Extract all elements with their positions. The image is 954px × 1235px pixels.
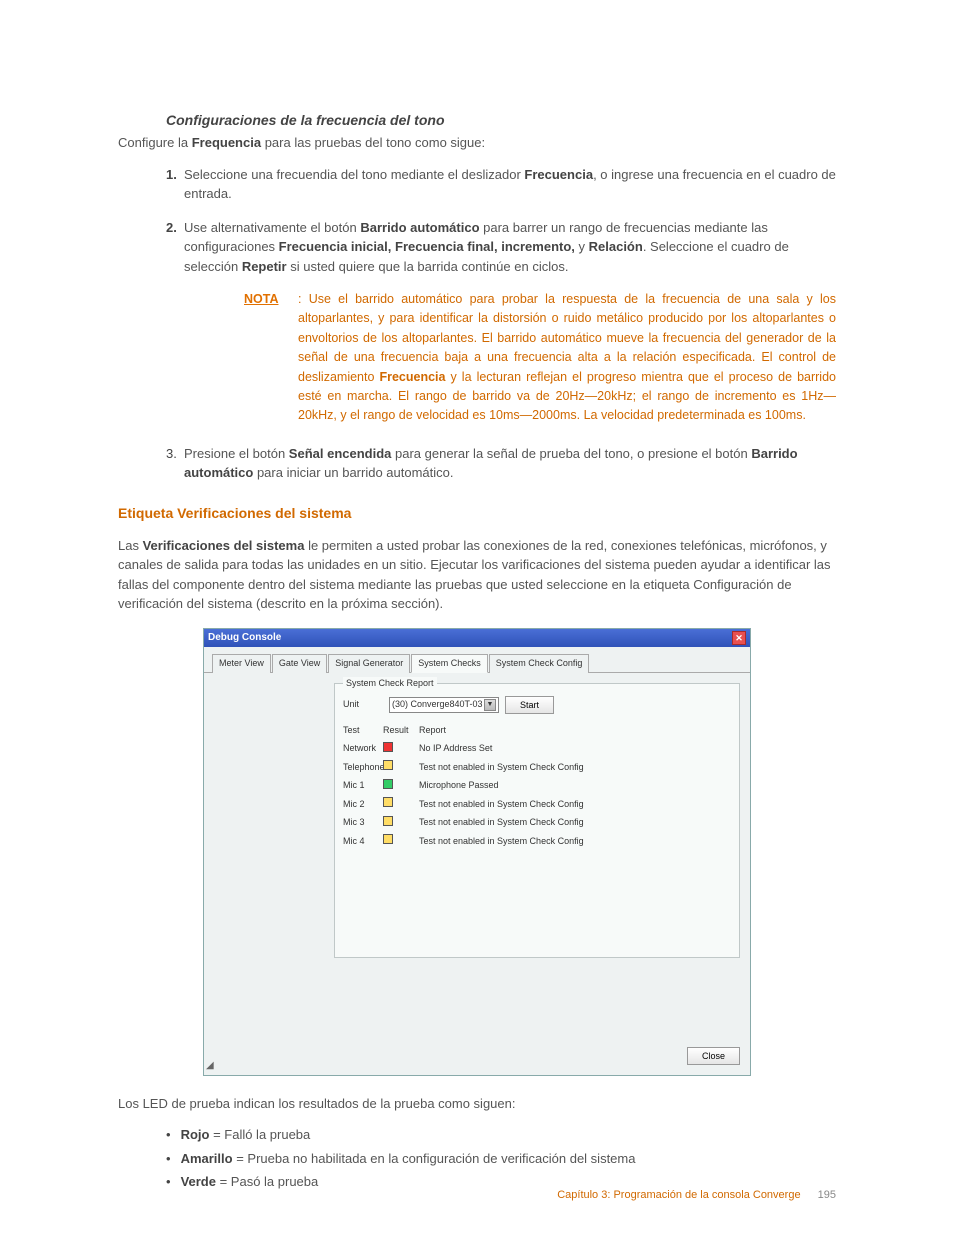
table-row: Mic 4 Test not enabled in System Check Co… [335, 832, 739, 851]
text: para iniciar un barrido automático. [253, 465, 453, 480]
system-checks-paragraph: Las Verificaciones del sistema le permit… [118, 536, 836, 614]
text: = Prueba no habilitada en la configuraci… [233, 1151, 636, 1166]
window-title: Debug Console [208, 630, 281, 645]
unit-select[interactable]: (30) Converge840T-03 ▼ [389, 697, 499, 713]
text: = Falló la prueba [209, 1127, 310, 1142]
col-test: Test [343, 724, 383, 738]
text: si usted quiere que la barrida continúe … [287, 259, 569, 274]
bold: Amarillo [181, 1151, 233, 1166]
cell-result [383, 816, 419, 831]
tab-system-checks[interactable]: System Checks [411, 654, 488, 674]
cell-report: Test not enabled in System Check Config [419, 761, 584, 775]
cell-test: Mic 1 [343, 779, 383, 793]
cell-report: No IP Address Set [419, 742, 492, 756]
led-legend-list: Rojo = Falló la prueba Amarillo = Prueba… [166, 1125, 836, 1192]
led-yellow-icon [383, 834, 393, 844]
cell-test: Mic 3 [343, 816, 383, 830]
cell-test: Network [343, 742, 383, 756]
cell-test: Telephone [343, 761, 383, 775]
bold: Señal encendida [289, 446, 392, 461]
cell-test: Mic 2 [343, 798, 383, 812]
led-yellow-icon [383, 816, 393, 826]
heading-system-checks-tab: Etiqueta Verificaciones del sistema [118, 503, 836, 524]
unit-select-value: (30) Converge840T-03 [392, 698, 483, 712]
cell-report: Test not enabled in System Check Config [419, 798, 584, 812]
text: Configure la [118, 135, 192, 150]
tab-meter-view[interactable]: Meter View [212, 654, 271, 674]
bold: Frecuencia [379, 370, 445, 384]
page-footer: Capítulo 3: Programación de la consola C… [557, 1187, 836, 1204]
led-red-item: Rojo = Falló la prueba [166, 1125, 836, 1145]
tab-strip: Meter View Gate View Signal Generator Sy… [204, 647, 750, 674]
window-close-button[interactable]: ✕ [732, 631, 746, 645]
step-number: 3. [166, 444, 177, 464]
bold: Repetir [242, 259, 287, 274]
fieldset-legend: System Check Report [343, 677, 437, 691]
note-block: NOTA : Use el barrido automático para pr… [244, 290, 836, 426]
step-1: 1. Seleccione una frecuendia del tono me… [166, 165, 836, 204]
system-check-report-fieldset: System Check Report Unit (30) Converge84… [334, 683, 740, 958]
led-intro: Los LED de prueba indican los resultados… [118, 1094, 836, 1114]
bold: Rojo [181, 1127, 210, 1142]
bold: Verde [181, 1174, 216, 1189]
note-label: NOTA [244, 290, 279, 309]
col-result: Result [383, 724, 419, 738]
col-report: Report [419, 724, 446, 738]
page-number: 195 [818, 1189, 836, 1201]
text: Use alternativamente el botón [184, 220, 360, 235]
step-3: 3. Presione el botón Señal encendida par… [166, 444, 836, 483]
cell-report: Test not enabled in System Check Config [419, 816, 584, 830]
step-number: 1. [166, 165, 177, 185]
text: Presione el botón [184, 446, 289, 461]
cell-report: Microphone Passed [419, 779, 499, 793]
heading-tone-freq-settings: Configuraciones de la frecuencia del ton… [166, 110, 836, 131]
text: = Pasó la prueba [216, 1174, 318, 1189]
bold-frequencia: Frequencia [192, 135, 261, 150]
led-green-icon [383, 779, 393, 789]
led-red-icon [383, 742, 393, 752]
text: Las [118, 538, 143, 553]
led-yellow-icon [383, 797, 393, 807]
close-button[interactable]: Close [687, 1047, 740, 1065]
cell-result [383, 779, 419, 794]
bold: Frecuencia [524, 167, 593, 182]
bold: Relación [589, 239, 643, 254]
cell-report: Test not enabled in System Check Config [419, 835, 584, 849]
tab-system-check-config[interactable]: System Check Config [489, 654, 590, 674]
dropdown-arrow-icon: ▼ [484, 699, 496, 711]
step-2: 2. Use alternativamente el botón Barrido… [166, 218, 836, 426]
text: para generar la señal de prueba del tono… [391, 446, 751, 461]
table-row: Telephone Test not enabled in System Chec… [335, 758, 739, 777]
cell-result [383, 797, 419, 812]
table-row: Mic 2 Test not enabled in System Check Co… [335, 795, 739, 814]
led-yellow-item: Amarillo = Prueba no habilitada en la co… [166, 1149, 836, 1169]
bold: Frecuencia inicial, Frecuencia final, in… [279, 239, 575, 254]
table-row: Mic 1 Microphone Passed [335, 777, 739, 796]
unit-label: Unit [343, 698, 383, 712]
start-button[interactable]: Start [505, 696, 554, 714]
cell-test: Mic 4 [343, 835, 383, 849]
chapter-label: Capítulo 3: Programación de la consola C… [557, 1189, 800, 1201]
intro-paragraph: Configure la Frequencia para las pruebas… [118, 133, 836, 153]
debug-console-window: Debug Console ✕ Meter View Gate View Sig… [203, 628, 751, 1076]
window-titlebar: Debug Console ✕ [204, 629, 750, 647]
bold: Barrido automático [360, 220, 479, 235]
tab-gate-view[interactable]: Gate View [272, 654, 327, 674]
text: y [575, 239, 589, 254]
table-row: Network No IP Address Set [335, 740, 739, 759]
cell-result [383, 834, 419, 849]
cell-result [383, 742, 419, 757]
led-yellow-icon [383, 760, 393, 770]
steps-list: 1. Seleccione una frecuendia del tono me… [166, 165, 836, 483]
panel: System Check Report Unit (30) Converge84… [204, 673, 750, 968]
table-row: Mic 3 Test not enabled in System Check Co… [335, 814, 739, 833]
bold: Verificaciones del sistema [143, 538, 305, 553]
text: para las pruebas del tono como sigue: [261, 135, 485, 150]
grid-header: Test Result Report [335, 718, 739, 740]
text: Seleccione una frecuendia del tono media… [184, 167, 524, 182]
step-number: 2. [166, 218, 177, 238]
resize-grip-icon[interactable]: ◢ [206, 1058, 214, 1073]
tab-signal-generator[interactable]: Signal Generator [328, 654, 410, 674]
cell-result [383, 760, 419, 775]
